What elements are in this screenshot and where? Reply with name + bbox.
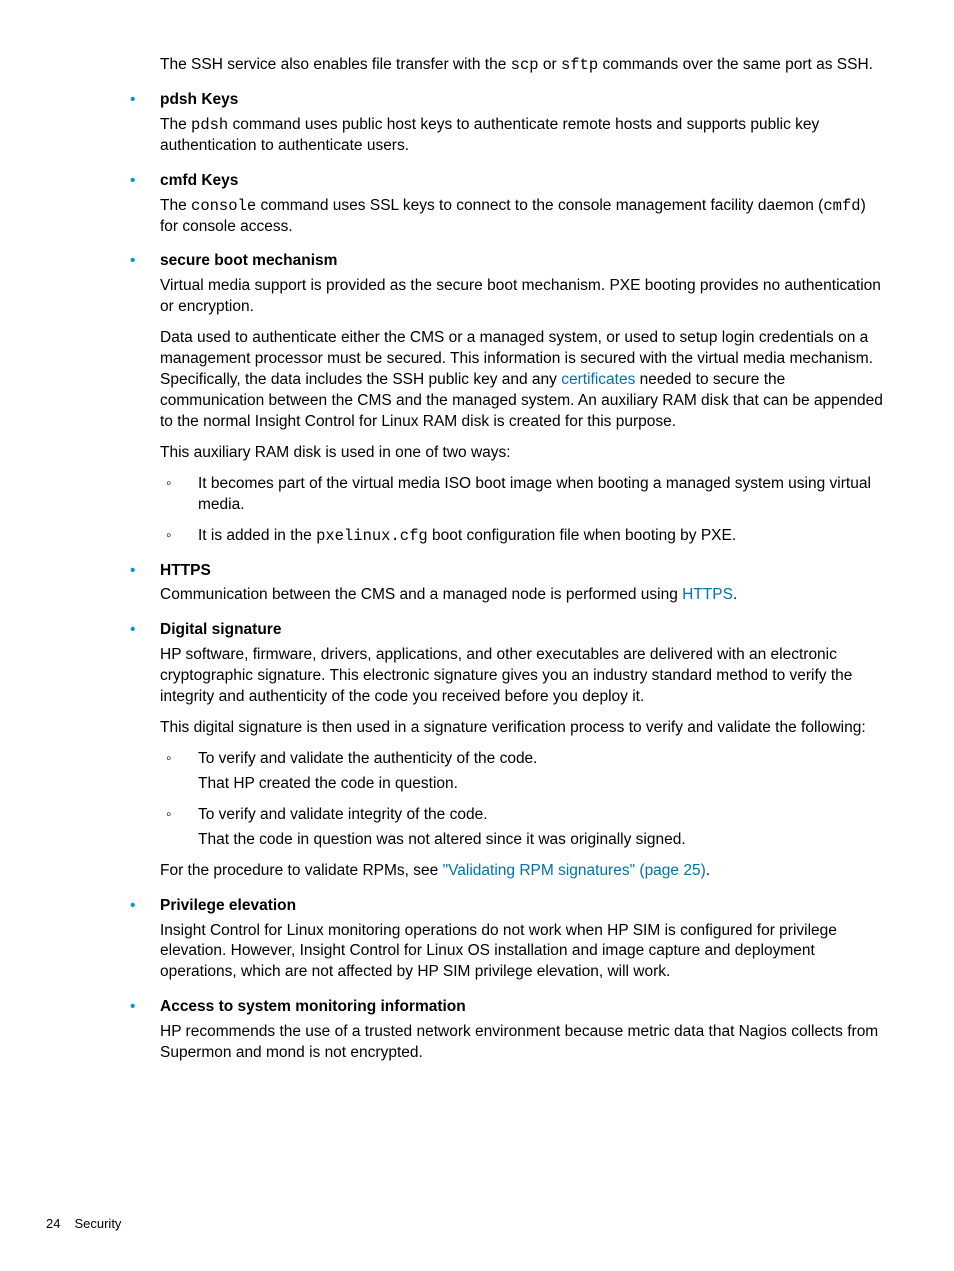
sub-item: It is added in the pxelinux.cfg boot con…	[160, 526, 884, 547]
paragraph: Virtual media support is provided as the…	[160, 276, 884, 318]
item-digital-signature: Digital signature HP software, firmware,…	[70, 620, 884, 881]
paragraph: HP software, firmware, drivers, applicat…	[160, 645, 884, 708]
heading-https: HTTPS	[160, 561, 884, 582]
code-sftp: sftp	[561, 56, 598, 74]
link-https[interactable]: HTTPS	[682, 586, 733, 603]
heading-pdsh-keys: pdsh Keys	[160, 90, 884, 111]
text: commands over the same port as SSH.	[598, 56, 873, 73]
sub-list: It becomes part of the virtual media ISO…	[160, 474, 884, 547]
paragraph: Insight Control for Linux monitoring ope…	[160, 921, 884, 984]
text: .	[733, 586, 737, 603]
item-https: HTTPS Communication between the CMS and …	[70, 561, 884, 607]
code-console: console	[191, 197, 256, 215]
text: It is added in the	[198, 527, 316, 544]
code-pxelinux: pxelinux.cfg	[316, 527, 428, 545]
page-number: 24	[46, 1216, 60, 1231]
heading-access-monitoring: Access to system monitoring information	[160, 997, 884, 1018]
content-area: The SSH service also enables file transf…	[70, 55, 884, 1064]
link-certificates[interactable]: certificates	[561, 371, 635, 388]
page-container: The SSH service also enables file transf…	[0, 0, 954, 1271]
paragraph: Data used to authenticate either the CMS…	[160, 328, 884, 433]
text: .	[706, 862, 710, 879]
paragraph: This auxiliary RAM disk is used in one o…	[160, 443, 884, 464]
page-footer: 24 Security	[46, 1216, 121, 1231]
sub-item: To verify and validate the authenticity …	[160, 749, 884, 795]
item-privilege-elevation: Privilege elevation Insight Control for …	[70, 896, 884, 984]
item-secure-boot: secure boot mechanism Virtual media supp…	[70, 251, 884, 546]
text: boot configuration file when booting by …	[428, 527, 736, 544]
text: command uses SSL keys to connect to the …	[256, 197, 823, 214]
text: To verify and validate the authenticity …	[198, 750, 538, 767]
text: command uses public host keys to authent…	[160, 116, 819, 154]
text: The	[160, 116, 191, 133]
sub-list: To verify and validate the authenticity …	[160, 749, 884, 851]
code-pdsh: pdsh	[191, 116, 228, 134]
intro-paragraph: The SSH service also enables file transf…	[70, 55, 884, 76]
paragraph: That the code in question was not altere…	[198, 830, 884, 851]
text: Communication between the CMS and a mana…	[160, 586, 682, 603]
text: or	[539, 56, 561, 73]
item-pdsh-keys: pdsh Keys The pdsh command uses public h…	[70, 90, 884, 157]
text: The SSH service also enables file transf…	[160, 56, 511, 73]
text: To verify and validate integrity of the …	[198, 806, 488, 823]
link-validating-rpm[interactable]: "Validating RPM signatures" (page 25)	[443, 862, 706, 879]
sub-item: To verify and validate integrity of the …	[160, 805, 884, 851]
paragraph: The pdsh command uses public host keys t…	[160, 115, 884, 157]
code-cmfd: cmfd	[823, 197, 860, 215]
item-cmfd-keys: cmfd Keys The console command uses SSL k…	[70, 171, 884, 238]
paragraph: For the procedure to validate RPMs, see …	[160, 861, 884, 882]
paragraph: This digital signature is then used in a…	[160, 718, 884, 739]
footer-section-title: Security	[74, 1216, 121, 1231]
code-scp: scp	[511, 56, 539, 74]
paragraph: The console command uses SSL keys to con…	[160, 196, 884, 238]
paragraph: That HP created the code in question.	[198, 774, 884, 795]
heading-privilege-elevation: Privilege elevation	[160, 896, 884, 917]
text: It becomes part of the virtual media ISO…	[198, 475, 871, 513]
heading-digital-signature: Digital signature	[160, 620, 884, 641]
heading-secure-boot: secure boot mechanism	[160, 251, 884, 272]
sub-item: It becomes part of the virtual media ISO…	[160, 474, 884, 516]
paragraph: Communication between the CMS and a mana…	[160, 585, 884, 606]
heading-cmfd-keys: cmfd Keys	[160, 171, 884, 192]
paragraph: HP recommends the use of a trusted netwo…	[160, 1022, 884, 1064]
main-list: pdsh Keys The pdsh command uses public h…	[70, 90, 884, 1064]
text: The	[160, 197, 191, 214]
item-access-monitoring: Access to system monitoring information …	[70, 997, 884, 1064]
text: For the procedure to validate RPMs, see	[160, 862, 443, 879]
